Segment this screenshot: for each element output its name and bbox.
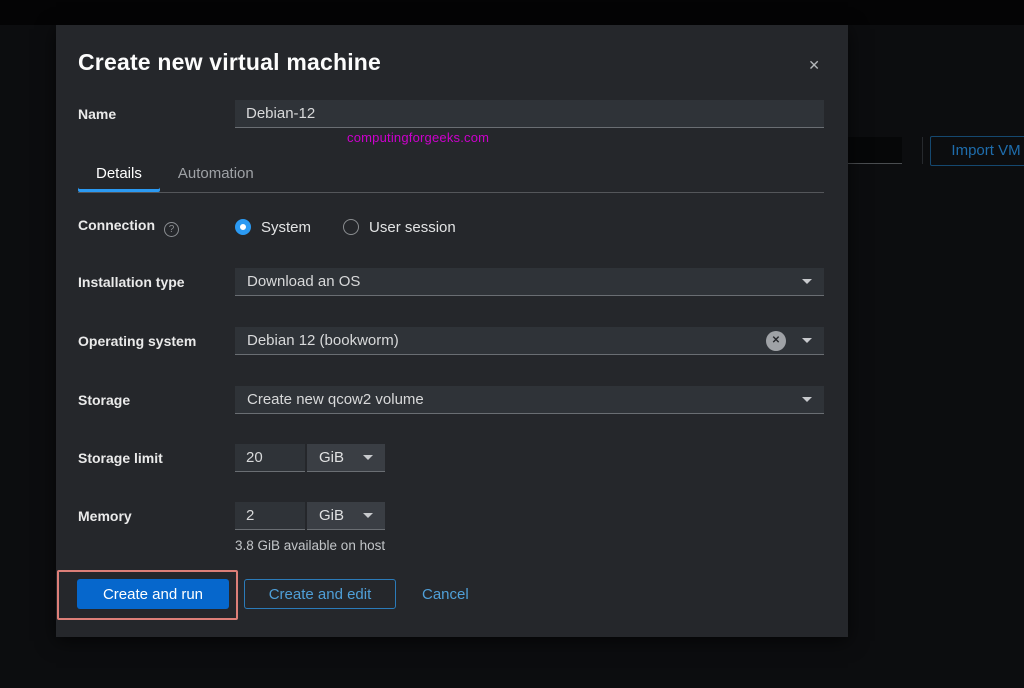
operating-system-row: Operating system Debian 12 (bookworm) ✕ (78, 327, 824, 355)
screen: Import VM Create new virtual machine ✕ N… (0, 0, 1024, 688)
chevron-down-icon (802, 397, 812, 402)
installation-type-label: Installation type (78, 274, 235, 290)
close-icon[interactable]: ✕ (802, 53, 826, 78)
installation-type-row: Installation type Download an OS (78, 268, 824, 296)
name-row: Name (78, 100, 824, 128)
import-vm-button[interactable]: Import VM (930, 136, 1024, 166)
chevron-down-icon (802, 279, 812, 284)
connection-label: Connection? (78, 217, 235, 237)
name-input[interactable] (235, 100, 824, 128)
chevron-down-icon (363, 455, 373, 460)
radio-system[interactable]: System (235, 219, 311, 236)
storage-row: Storage Create new qcow2 volume (78, 386, 824, 414)
storage-limit-input[interactable] (235, 444, 305, 472)
memory-row: Memory GiB (78, 502, 824, 530)
background-top-bar (0, 0, 1024, 25)
storage-limit-unit-value: GiB (319, 449, 344, 466)
chevron-down-icon (802, 338, 812, 343)
create-and-run-button[interactable]: Create and run (77, 579, 229, 609)
create-vm-dialog: Create new virtual machine ✕ Name Detail… (56, 25, 848, 637)
operating-system-label: Operating system (78, 333, 235, 349)
installation-type-select[interactable]: Download an OS (235, 268, 824, 296)
dialog-header: Create new virtual machine ✕ (56, 25, 848, 78)
operating-system-select[interactable]: Debian 12 (bookworm) ✕ (235, 327, 824, 355)
watermark-text: computingforgeeks.com (347, 130, 489, 145)
memory-helper-row: 3.8 GiB available on host (78, 538, 824, 553)
storage-limit-unit-select[interactable]: GiB (307, 444, 385, 472)
radio-unselected-icon[interactable] (343, 219, 359, 235)
vm-filter-input[interactable] (840, 137, 902, 164)
storage-value: Create new qcow2 volume (247, 391, 424, 408)
clear-selection-icon[interactable]: ✕ (766, 331, 786, 351)
memory-helper-text: 3.8 GiB available on host (235, 538, 385, 553)
connection-label-text: Connection (78, 217, 155, 233)
chevron-down-icon (363, 513, 373, 518)
operating-system-value: Debian 12 (bookworm) (247, 332, 399, 349)
toolbar-divider (922, 137, 923, 164)
create-and-edit-button[interactable]: Create and edit (244, 579, 396, 609)
cancel-button[interactable]: Cancel (422, 586, 469, 603)
name-label: Name (78, 106, 235, 122)
dialog-tabs: Details Automation computingforgeeks.com (78, 157, 824, 193)
radio-user-session[interactable]: User session (343, 219, 456, 236)
radio-user-session-label: User session (369, 219, 456, 236)
connection-row: Connection? System User session (78, 217, 824, 237)
memory-input[interactable] (235, 502, 305, 530)
storage-label: Storage (78, 392, 235, 408)
installation-type-value: Download an OS (247, 273, 360, 290)
radio-selected-icon[interactable] (235, 219, 251, 235)
storage-select[interactable]: Create new qcow2 volume (235, 386, 824, 414)
storage-limit-row: Storage limit GiB (78, 444, 824, 472)
tab-automation[interactable]: Automation (160, 157, 272, 192)
memory-unit-select[interactable]: GiB (307, 502, 385, 530)
radio-system-label: System (261, 219, 311, 236)
dialog-footer: Create and run Create and edit Cancel (77, 579, 824, 609)
storage-limit-label: Storage limit (78, 450, 235, 466)
help-icon[interactable]: ? (164, 222, 179, 237)
dialog-title: Create new virtual machine (78, 49, 381, 76)
tab-details[interactable]: Details (78, 157, 160, 192)
memory-label: Memory (78, 508, 235, 524)
memory-unit-value: GiB (319, 507, 344, 524)
